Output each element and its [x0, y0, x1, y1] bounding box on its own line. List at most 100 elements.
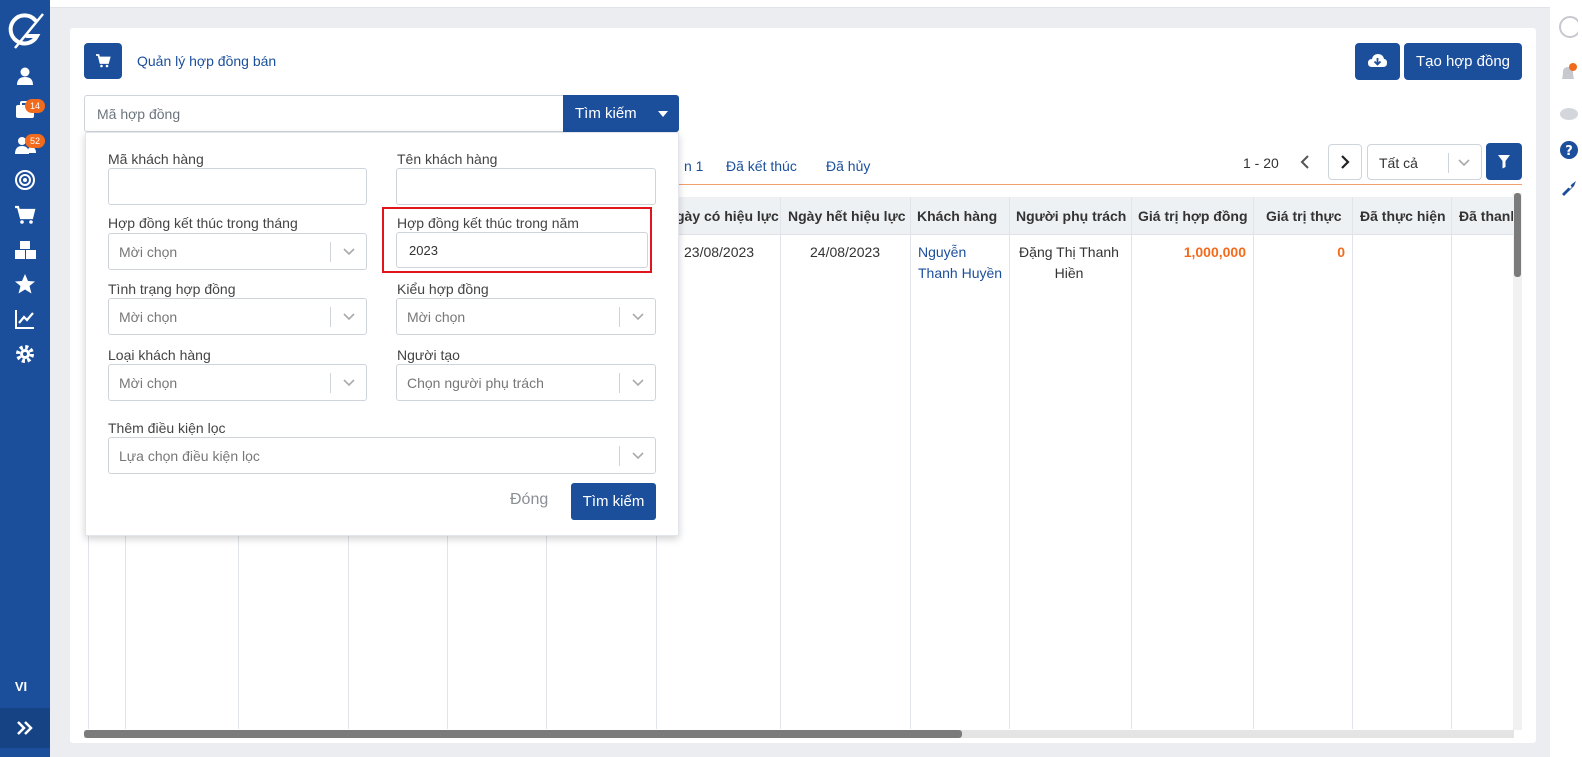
customer-name-label: Tên khách hàng [397, 151, 498, 167]
cubes-icon[interactable] [13, 238, 37, 262]
creator-label: Người tạo [397, 347, 460, 363]
chevron-down-icon [343, 248, 355, 256]
creator-select[interactable]: Chọn người phụ trách [396, 364, 656, 401]
target-icon[interactable] [13, 168, 37, 192]
pagination-range: 1 - 20 [1243, 155, 1279, 171]
rocket-icon[interactable] [1556, 178, 1578, 200]
next-page-button[interactable] [1328, 144, 1362, 180]
cloud-download-icon [1368, 54, 1387, 67]
tab-partial[interactable]: n 1 [684, 158, 703, 174]
tabs-divider [656, 184, 1522, 185]
column-divider [1352, 197, 1353, 729]
star-icon[interactable] [13, 272, 37, 296]
select-divider [330, 307, 331, 327]
customer-type-placeholder: Mời chọn [119, 375, 178, 391]
cell-owner: Đặng Thị Thanh Hiền [1019, 244, 1119, 281]
download-button[interactable] [1355, 43, 1400, 80]
contract-status-select[interactable]: Mời chọn [108, 298, 367, 335]
column-divider [1131, 197, 1132, 729]
column-header-done[interactable]: Đã thực hiện [1360, 208, 1446, 224]
avatar-icon[interactable] [1556, 16, 1578, 38]
column-header-actual-value[interactable]: Giá trị thực [1266, 208, 1341, 224]
select-divider [619, 446, 620, 466]
select-divider [330, 242, 331, 262]
chevron-down-icon [1458, 159, 1470, 167]
filter-search-button[interactable]: Tìm kiếm [571, 483, 656, 520]
column-header-owner[interactable]: Người phụ trách [1016, 208, 1126, 224]
cart-icon [96, 54, 111, 68]
cart-icon[interactable] [13, 203, 37, 227]
chevron-down-icon [343, 379, 355, 387]
cell-start-date: 23/08/2023 [684, 244, 755, 260]
language-switch[interactable]: VI [0, 679, 42, 694]
column-header-contract-value[interactable]: Giá trị hợp đồng [1138, 208, 1248, 224]
end-month-label: Hợp đồng kết thúc trong tháng [108, 215, 298, 231]
contract-type-placeholder: Mời chọn [407, 309, 466, 325]
contract-type-label: Kiểu hợp đồng [397, 281, 489, 297]
horizontal-scroll-thumb[interactable] [84, 730, 962, 738]
vertical-scroll-thumb[interactable] [1514, 193, 1521, 277]
right-rail: ? [1550, 0, 1582, 757]
filter-button[interactable] [1486, 143, 1522, 180]
creator-placeholder: Chọn người phụ trách [407, 375, 544, 391]
cell-actual-value: 0 [1337, 244, 1345, 260]
chevron-right-icon [1341, 155, 1350, 169]
column-divider [1451, 197, 1452, 729]
logo-icon[interactable] [5, 10, 45, 52]
notification-badge: 52 [25, 134, 45, 148]
contract-status-placeholder: Mời chọn [119, 309, 178, 325]
customer-code-input[interactable] [108, 168, 367, 205]
module-button[interactable] [84, 43, 122, 79]
chevron-down-icon [632, 313, 644, 321]
prev-page-button[interactable] [1288, 144, 1322, 180]
tab-cancelled[interactable]: Đã hủy [826, 158, 870, 174]
chevron-down-icon [632, 452, 644, 460]
column-header-customer[interactable]: Khách hàng [917, 208, 997, 224]
customer-type-select[interactable]: Mời chọn [108, 364, 367, 401]
help-icon[interactable]: ? [1556, 139, 1578, 161]
sidebar-toggle[interactable] [0, 708, 50, 748]
gear-icon[interactable] [13, 342, 37, 366]
top-strip [50, 0, 1550, 8]
end-month-select[interactable]: Mời chọn [108, 233, 367, 270]
contract-code-input[interactable] [84, 95, 564, 132]
search-button[interactable]: Tìm kiếm [563, 95, 679, 132]
select-divider [619, 373, 620, 393]
end-month-placeholder: Mời chọn [119, 244, 178, 260]
column-header-end-date[interactable]: Ngày hết hiệu lực [788, 208, 906, 224]
left-sidebar: 14 52 VI [0, 0, 50, 757]
select-divider [619, 307, 620, 327]
column-divider [910, 197, 911, 729]
customer-code-label: Mã khách hàng [108, 151, 204, 167]
cell-contract-value: 1,000,000 [1183, 244, 1246, 260]
close-filter-button[interactable]: Đóng [510, 491, 548, 509]
customer-name-input[interactable] [396, 168, 656, 205]
tab-finished[interactable]: Đã kết thúc [726, 158, 797, 174]
notification-badge: 14 [25, 99, 45, 113]
cell-end-date: 24/08/2023 [810, 244, 881, 260]
caret-down-icon[interactable] [658, 111, 668, 117]
highlight-box [382, 207, 652, 273]
select-divider [1448, 153, 1449, 173]
chart-line-icon[interactable] [13, 307, 37, 331]
svg-text:?: ? [1565, 144, 1573, 159]
page-title[interactable]: Quản lý hợp đồng bán [137, 53, 276, 69]
customer-type-label: Loại khách hàng [108, 347, 211, 363]
column-divider [780, 197, 781, 729]
user-icon[interactable] [13, 64, 37, 88]
more-conditions-select[interactable]: Lựa chọn điều kiện lọc [108, 437, 656, 474]
chevron-down-icon [632, 379, 644, 387]
select-divider [330, 373, 331, 393]
column-divider [1253, 197, 1254, 729]
more-conditions-placeholder: Lựa chọn điều kiện lọc [119, 448, 260, 464]
contract-type-select[interactable]: Mời chọn [396, 298, 656, 335]
column-header-start-date[interactable]: gày có hiệu lực [676, 208, 779, 224]
chat-icon[interactable] [1556, 105, 1578, 127]
column-header-paid[interactable]: Đã thanh [1459, 208, 1514, 224]
page-size-select[interactable]: Tất cả [1367, 144, 1482, 180]
cell-customer-link[interactable]: Nguyễn Thanh Huyền [918, 242, 1006, 284]
create-contract-button[interactable]: Tạo hợp đồng [1404, 43, 1522, 80]
bell-icon[interactable] [1556, 63, 1578, 85]
filter-icon [1498, 155, 1510, 169]
column-divider [1009, 197, 1010, 729]
